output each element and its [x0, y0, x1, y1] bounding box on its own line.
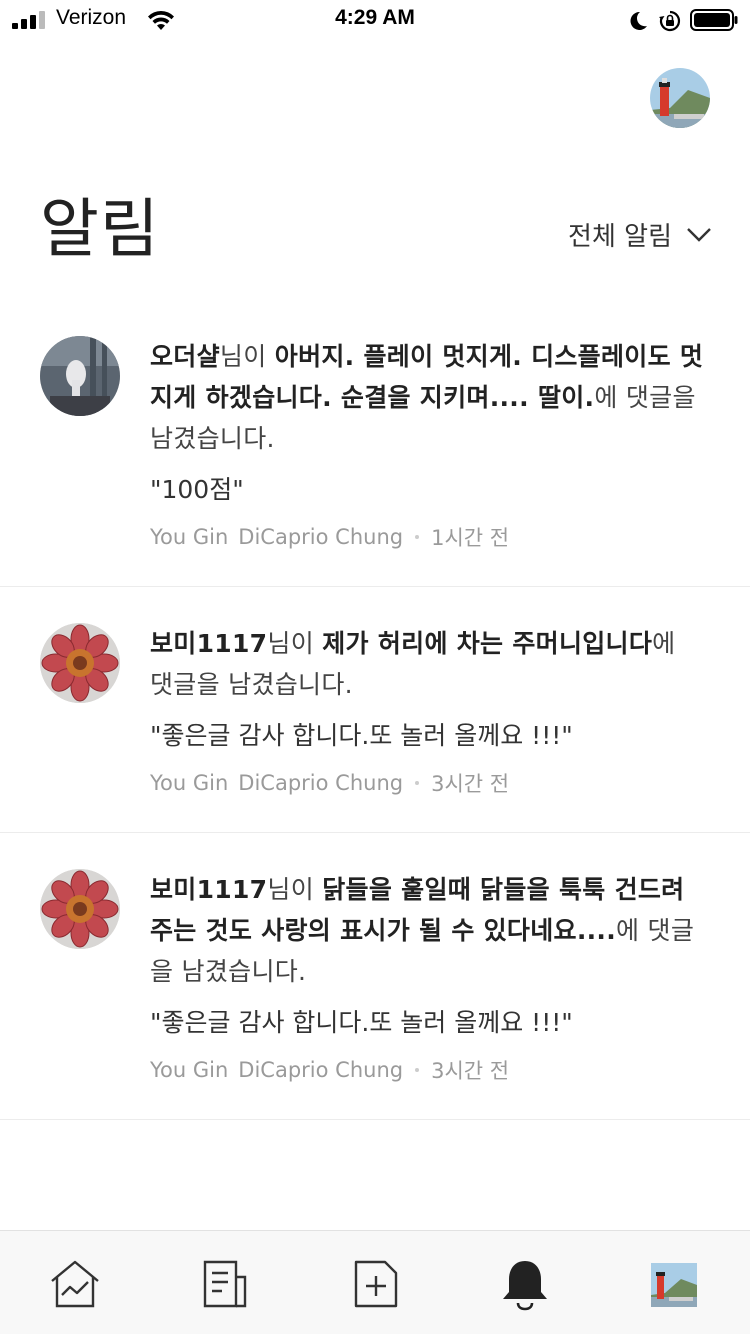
new-post-icon[interactable]	[350, 1257, 404, 1311]
post-title[interactable]: 제가 허리에 차는 주머니입니다	[322, 629, 652, 658]
lighthouse-photo	[650, 68, 710, 128]
document-icon[interactable]	[200, 1257, 254, 1311]
bell-icon[interactable]	[498, 1257, 552, 1311]
comment-quote: "좋은글 감사 합니다.또 놀러 올께요 !!!"	[150, 721, 573, 750]
lighthouse-photo	[651, 1263, 697, 1307]
meta-user: DiCaprio Chung	[238, 525, 404, 549]
notification-list: 오더샬님이 아버지. 플레이 멋지게. 디스플레이도 멋지게 하겠습니다. 순결…	[0, 300, 750, 1120]
notification-item[interactable]: 오더샬님이 아버지. 플레이 멋지게. 디스플레이도 멋지게 하겠습니다. 순결…	[0, 300, 750, 587]
notification-time: 3시간 전	[431, 1059, 510, 1083]
notification-filter-dropdown[interactable]: 전체 알림	[568, 216, 712, 253]
dot-separator	[415, 1068, 420, 1072]
notification-item[interactable]: 보미1117님이 제가 허리에 차는 주머니입니다에 댓글을 남겼습니다. "좋…	[0, 587, 750, 833]
flower-photo	[40, 623, 120, 703]
meta-user: You Gin	[150, 771, 229, 795]
user-avatar[interactable]	[40, 869, 120, 949]
page-title: 알림	[40, 193, 160, 267]
user-avatar[interactable]	[40, 336, 120, 416]
comment-quote: "좋은글 감사 합니다.또 놀러 올께요 !!!"	[150, 1008, 573, 1037]
filter-label: 전체 알림	[568, 222, 672, 252]
commenter-name[interactable]: 보미1117	[150, 629, 267, 658]
meta-user: DiCaprio Chung	[238, 1058, 404, 1082]
battery-icon	[690, 9, 738, 31]
home-stats-icon[interactable]	[48, 1257, 102, 1311]
notification-message: 오더샬님이 아버지. 플레이 멋지게. 디스플레이도 멋지게 하겠습니다. 순결…	[150, 342, 704, 453]
flower-photo	[40, 869, 120, 949]
comment-quote: "100점"	[150, 475, 244, 504]
notification-message: 보미1117님이 닭들을 훝일때 닭들을 툭툭 건드려주는 것도 사랑의 표시가…	[150, 875, 695, 986]
meta-user: You Gin	[150, 1058, 229, 1082]
do-not-disturb-icon	[630, 11, 647, 30]
profile-avatar[interactable]	[650, 68, 710, 128]
meta-user: You Gin	[150, 525, 229, 549]
meta-user: DiCaprio Chung	[238, 771, 404, 795]
notification-meta: You Gin DiCaprio Chung 3시간 전	[150, 768, 706, 798]
commenter-name[interactable]: 오더샬	[150, 342, 220, 371]
hand-photo	[40, 336, 120, 416]
commenter-name[interactable]: 보미1117	[150, 875, 267, 904]
notification-time: 3시간 전	[431, 772, 510, 796]
bottom-tab-bar	[0, 1230, 750, 1334]
notification-item[interactable]: 보미1117님이 닭들을 훝일때 닭들을 툭툭 건드려주는 것도 사랑의 표시가…	[0, 833, 750, 1120]
dot-separator	[415, 781, 420, 785]
dot-separator	[415, 535, 420, 539]
notification-meta: You Gin DiCaprio Chung 1시간 전	[150, 522, 706, 552]
rotation-lock-icon	[659, 10, 681, 32]
status-bar: Verizon 4:29 AM	[0, 0, 750, 40]
notification-message: 보미1117님이 제가 허리에 차는 주머니입니다에 댓글을 남겼습니다.	[150, 629, 676, 699]
user-avatar[interactable]	[40, 623, 120, 703]
profile-tab-thumbnail[interactable]	[651, 1263, 697, 1307]
notification-meta: You Gin DiCaprio Chung 3시간 전	[150, 1055, 706, 1085]
notification-time: 1시간 전	[431, 526, 510, 550]
chevron-down-icon	[687, 227, 711, 242]
